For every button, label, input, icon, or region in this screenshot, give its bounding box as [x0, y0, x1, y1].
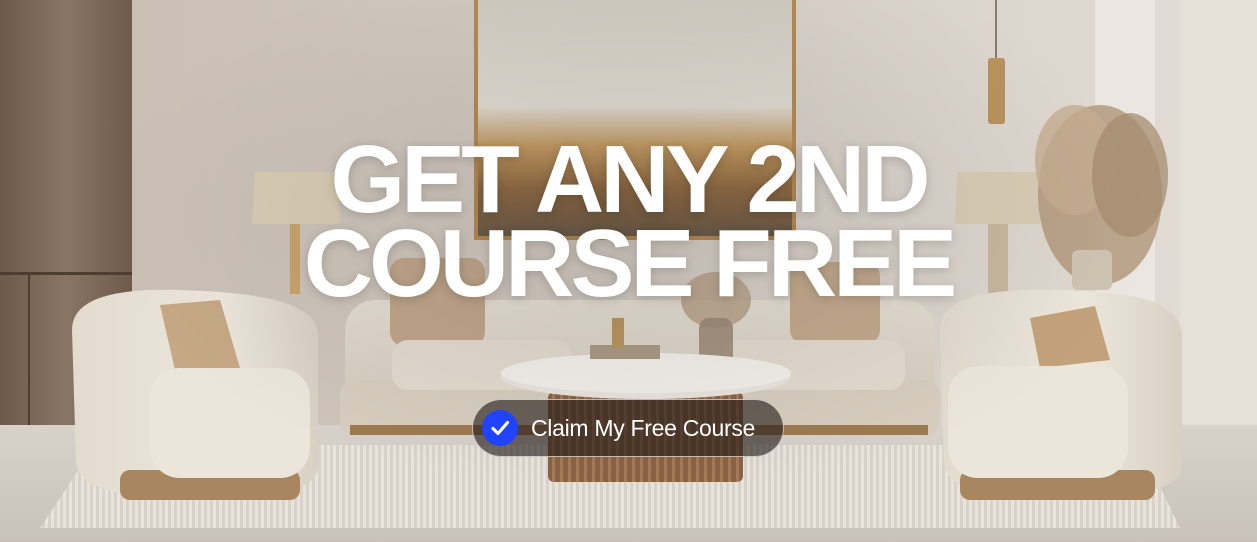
promo-banner: GET ANY 2ND COURSE FREE Claim My Free Co…	[0, 0, 1257, 542]
claim-course-button[interactable]: Claim My Free Course	[472, 399, 784, 457]
headline-line-2: COURSE FREE	[303, 210, 957, 317]
checkmark-icon	[482, 410, 518, 446]
claim-course-label: Claim My Free Course	[531, 414, 756, 441]
promo-headline: GET ANY 2ND COURSE FREE	[0, 132, 1257, 317]
